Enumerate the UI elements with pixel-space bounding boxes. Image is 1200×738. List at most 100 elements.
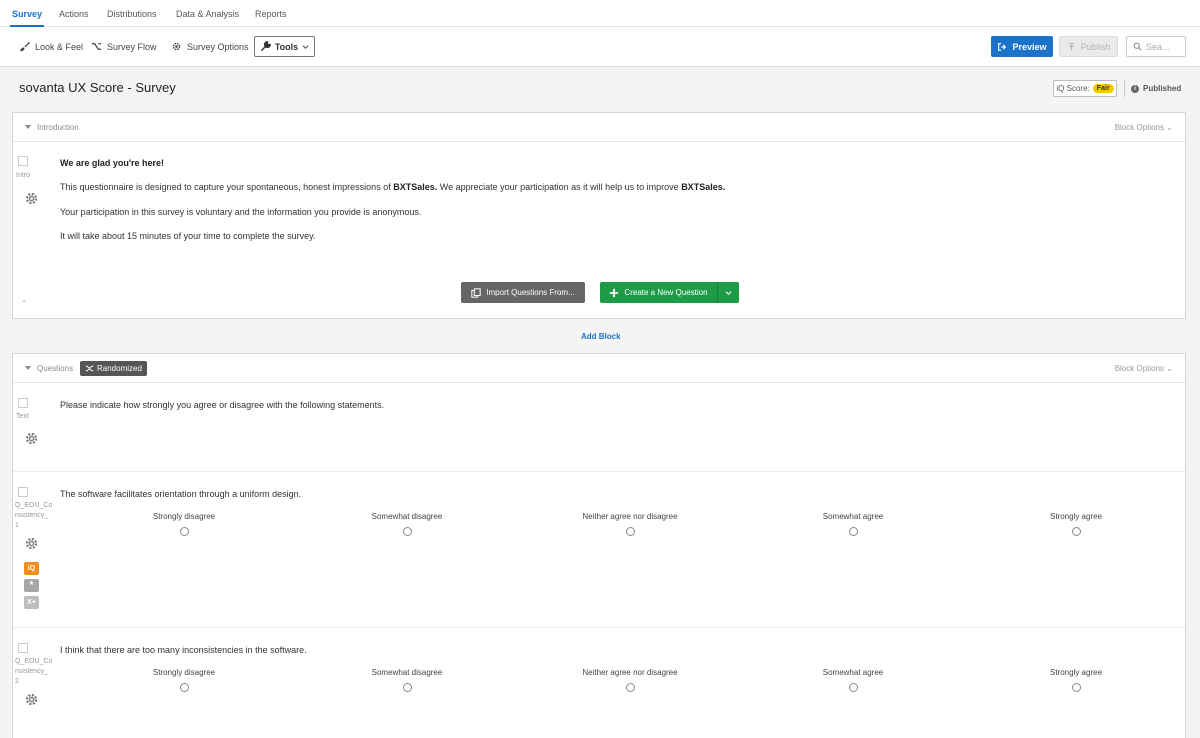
intro-p1-product-2: BXTSales. — [681, 182, 726, 192]
top-nav: Survey Actions Distributions Data & Anal… — [0, 0, 1200, 27]
radio-button[interactable] — [1071, 683, 1081, 692]
iq-badge-icon[interactable]: iQ — [24, 562, 39, 575]
publish-button[interactable]: Publish — [1059, 36, 1118, 57]
question-text-content: I think that there are too many inconsis… — [60, 645, 307, 655]
question-id: Q_EOU_Co nsistency_ 1 — [15, 502, 53, 529]
chevron-down-icon — [302, 45, 309, 49]
tab-actions[interactable]: Actions — [59, 9, 89, 19]
choice-somewhat-disagree[interactable]: Somewhat disagree — [337, 512, 477, 536]
block-options-dropdown[interactable]: Block Options ⌄ — [1115, 123, 1173, 132]
intro-p1-text-2: We appreciate your participation as it w… — [437, 182, 682, 192]
tab-data-analysis[interactable]: Data & Analysis — [176, 9, 239, 19]
intro-p1-product: BXTSales. — [393, 182, 438, 192]
radio-button[interactable] — [1071, 527, 1081, 536]
info-icon: i — [1131, 84, 1139, 93]
choice-somewhat-agree[interactable]: Somewhat agree — [783, 512, 923, 536]
radio-button[interactable] — [402, 527, 412, 536]
radio-button[interactable] — [179, 527, 189, 536]
tools-label: Tools — [274, 41, 299, 52]
block-header: Introduction Block Options ⌄ — [13, 113, 1185, 142]
block-introduction: Introduction Block Options ⌄ Intro We ar… — [12, 112, 1186, 319]
page-title: sovanta UX Score - Survey — [19, 80, 176, 95]
question-checkbox[interactable] — [18, 398, 28, 408]
radio-button[interactable] — [848, 683, 858, 692]
preview-icon — [998, 42, 1007, 51]
divider — [1124, 80, 1125, 97]
likert-scale: Strongly disagree Somewhat disagree Neit… — [60, 512, 1170, 542]
radio-button[interactable] — [402, 683, 412, 692]
radio-button[interactable] — [848, 527, 858, 536]
preview-button[interactable]: Preview — [991, 36, 1053, 57]
survey-flow-label: Survey Flow — [107, 41, 157, 52]
search-icon — [1133, 42, 1142, 51]
choice-strongly-disagree[interactable]: Strongly disagree — [114, 668, 254, 692]
create-question-button[interactable]: Create a New Question — [600, 282, 717, 303]
survey-options-label: Survey Options — [187, 41, 249, 52]
iq-score-value: Fair — [1092, 84, 1114, 93]
choice-strongly-agree[interactable]: Strongly agree — [1006, 668, 1146, 692]
look-feel-button[interactable]: Look & Feel — [19, 41, 83, 52]
choice-strongly-disagree[interactable]: Strongly disagree — [114, 512, 254, 536]
radio-button[interactable] — [625, 527, 635, 536]
display-logic-icon[interactable]: X+ — [24, 596, 39, 609]
survey-options-button[interactable]: Survey Options — [171, 41, 249, 52]
upload-icon — [1068, 42, 1075, 51]
collapse-up-icon[interactable]: ⌃ — [21, 299, 28, 308]
choice-neither[interactable]: Neither agree nor disagree — [560, 668, 700, 692]
create-question-label: Create a New Question — [624, 288, 708, 297]
question-checkbox[interactable] — [18, 643, 28, 653]
chevron-down-icon: ⌄ — [1166, 123, 1173, 132]
flow-icon — [91, 43, 102, 50]
import-questions-label: Import Questions From... — [486, 288, 575, 297]
choice-somewhat-agree[interactable]: Somewhat agree — [783, 668, 923, 692]
choice-label: Somewhat disagree — [371, 668, 443, 677]
choice-neither[interactable]: Neither agree nor disagree — [560, 512, 700, 536]
question-settings-gear-icon[interactable] — [24, 191, 39, 208]
choice-label: Somewhat disagree — [371, 512, 443, 521]
preview-label: Preview — [1012, 41, 1047, 52]
survey-toolbar: Look & Feel Survey Flow Survey Options T… — [0, 27, 1200, 67]
tools-dropdown[interactable]: Tools — [254, 36, 315, 57]
add-block-link[interactable]: Add Block — [581, 332, 621, 341]
randomized-badge[interactable]: Randomized — [80, 361, 147, 376]
radio-button[interactable] — [179, 683, 189, 692]
intro-paragraph-2: Your participation in this survey is vol… — [60, 207, 422, 217]
wrench-icon — [260, 41, 271, 52]
choice-strongly-agree[interactable]: Strongly agree — [1006, 512, 1146, 536]
question-settings-gear-icon[interactable] — [24, 692, 39, 709]
question-intro: Intro We are glad you're here! This ques… — [13, 142, 1185, 320]
question-id: Text — [16, 413, 29, 420]
collapse-caret-icon[interactable] — [25, 366, 31, 370]
survey-flow-button[interactable]: Survey Flow — [91, 41, 157, 52]
iq-score-label: iQ Score: — [1056, 84, 1090, 93]
search-input[interactable] — [1146, 41, 1182, 52]
iq-score-badge[interactable]: iQ Score: Fair — [1053, 80, 1117, 97]
create-question-dropdown[interactable] — [717, 282, 739, 303]
choice-label: Somewhat agree — [822, 512, 884, 521]
choice-label: Strongly disagree — [152, 512, 216, 521]
choice-somewhat-disagree[interactable]: Somewhat disagree — [337, 668, 477, 692]
choice-label: Strongly agree — [1049, 668, 1103, 677]
question-consistency-2: Q_EOU_Co nsistency_ 2 I think that there… — [13, 628, 1185, 738]
block-options-label: Block Options — [1114, 364, 1165, 373]
tab-distributions[interactable]: Distributions — [107, 9, 157, 19]
question-settings-gear-icon[interactable] — [24, 431, 39, 448]
question-id: Q_EOU_Co nsistency_ 2 — [15, 658, 53, 685]
import-questions-button[interactable]: Import Questions From... — [461, 282, 585, 303]
chevron-down-icon: ⌄ — [1166, 364, 1173, 373]
collapse-caret-icon[interactable] — [25, 125, 31, 129]
question-settings-gear-icon[interactable] — [24, 536, 39, 553]
intro-paragraph-1: This questionnaire is designed to captur… — [60, 182, 725, 192]
block-options-dropdown[interactable]: Block Options ⌄ — [1115, 364, 1173, 373]
block-name[interactable]: Questions — [37, 364, 73, 373]
radio-button[interactable] — [625, 683, 635, 692]
tab-reports[interactable]: Reports — [255, 9, 287, 19]
question-checkbox[interactable] — [18, 487, 28, 497]
question-checkbox[interactable] — [18, 156, 28, 166]
shuffle-icon — [85, 365, 94, 372]
tab-survey[interactable]: Survey — [9, 9, 45, 27]
asterisk-icon[interactable]: * — [24, 579, 39, 592]
block-header: Questions Randomized Block Options ⌄ — [13, 354, 1185, 383]
question-consistency-1: Q_EOU_Co nsistency_ 1 iQ * X+ The softwa… — [13, 472, 1185, 628]
block-name[interactable]: Introduction — [37, 123, 79, 132]
